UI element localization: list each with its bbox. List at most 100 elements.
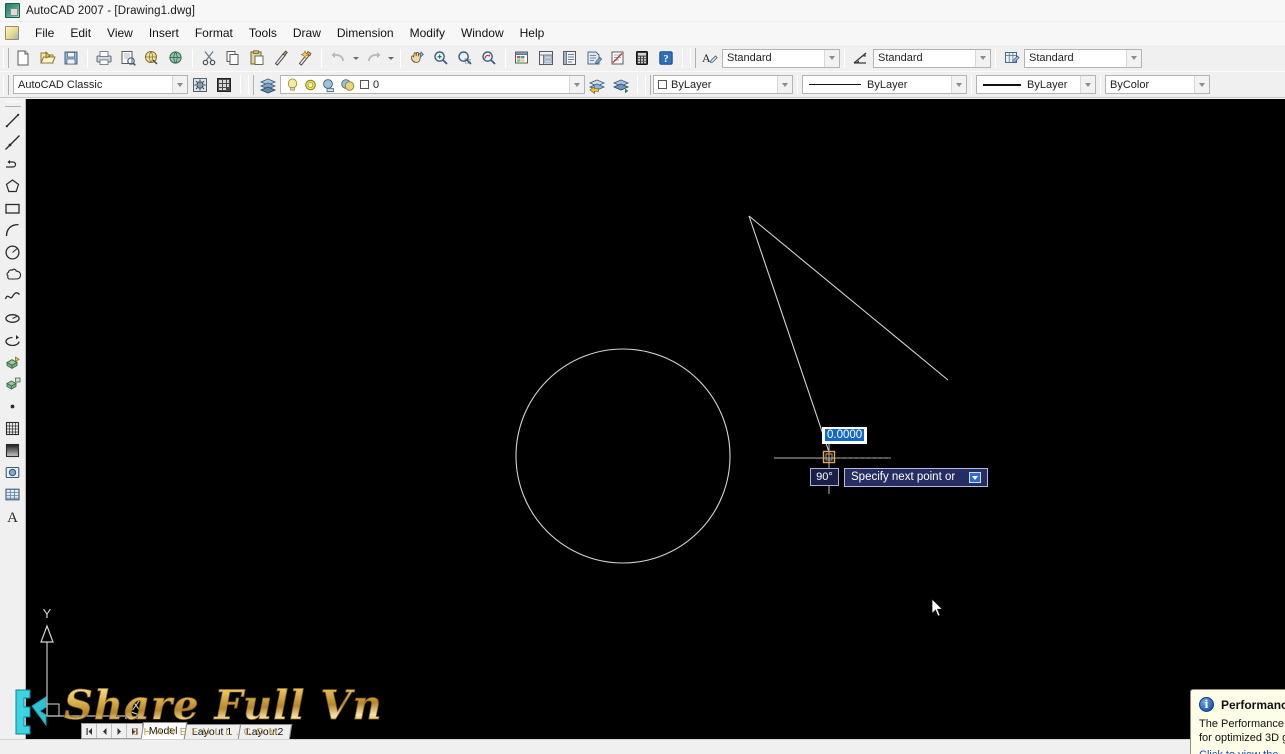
workspace-combo[interactable]: AutoCAD Classic xyxy=(13,75,188,94)
multiline-text-icon[interactable]: A xyxy=(1,505,25,527)
table-style-icon[interactable] xyxy=(1001,47,1023,69)
properties-toolbar-grip[interactable] xyxy=(645,74,651,95)
layer-unlock-icon[interactable] xyxy=(321,77,337,93)
sheet-set-icon[interactable] xyxy=(583,47,605,69)
arc-icon[interactable] xyxy=(1,219,25,241)
menu-format[interactable]: Format xyxy=(187,24,241,42)
calculator-icon[interactable] xyxy=(631,47,653,69)
markup-set-icon[interactable] xyxy=(607,47,629,69)
new-icon[interactable] xyxy=(12,47,34,69)
chevron-down-icon[interactable] xyxy=(1194,76,1209,93)
make-object-layer-current-icon[interactable] xyxy=(610,74,632,96)
properties-icon[interactable] xyxy=(511,47,533,69)
table-style-combo[interactable]: Standard xyxy=(1024,48,1142,68)
performance-notification-balloon[interactable]: i Performance The Performance for optimi… xyxy=(1190,689,1285,754)
menu-file[interactable]: File xyxy=(27,24,62,42)
designcenter-icon[interactable] xyxy=(535,47,557,69)
zoom-realtime-icon[interactable] xyxy=(430,47,452,69)
chevron-down-icon[interactable] xyxy=(824,49,839,67)
toolbar-grip[interactable] xyxy=(3,48,9,68)
dynamic-input-prompt[interactable]: Specify next point or xyxy=(844,468,989,487)
polyline-icon[interactable] xyxy=(1,153,25,175)
menu-edit[interactable]: Edit xyxy=(62,24,99,42)
copy-icon[interactable] xyxy=(222,47,244,69)
chevron-down-icon[interactable] xyxy=(1126,49,1141,67)
color-combo[interactable]: ByLayer xyxy=(653,75,793,94)
help-icon[interactable]: ? xyxy=(655,47,677,69)
plot-icon[interactable] xyxy=(93,47,115,69)
next-tab-button[interactable] xyxy=(112,724,127,738)
menu-help[interactable]: Help xyxy=(512,24,553,42)
last-tab-button[interactable] xyxy=(127,724,142,738)
chevron-down-icon[interactable] xyxy=(969,472,982,483)
layer-color-swatch[interactable] xyxy=(360,80,369,89)
previous-tab-button[interactable] xyxy=(97,724,112,738)
cut-icon[interactable] xyxy=(198,47,220,69)
construction-line-icon[interactable] xyxy=(1,131,25,153)
chevron-down-icon[interactable] xyxy=(951,76,966,93)
ellipse-arc-icon[interactable] xyxy=(1,329,25,351)
workspace-settings-icon[interactable] xyxy=(189,74,211,96)
region-icon[interactable] xyxy=(1,461,25,483)
styles-toolbar-grip[interactable] xyxy=(690,48,696,68)
chevron-down-icon[interactable] xyxy=(975,49,990,67)
match-properties-icon[interactable] xyxy=(270,47,292,69)
line-icon[interactable] xyxy=(1,109,25,131)
tab-layout1[interactable]: Layout 1 xyxy=(183,724,242,739)
menu-modify[interactable]: Modify xyxy=(402,24,453,42)
first-tab-button[interactable] xyxy=(82,724,97,738)
polygon-icon[interactable] xyxy=(1,175,25,197)
insert-block-icon[interactable] xyxy=(1,351,25,373)
layer-combo[interactable]: 0 xyxy=(280,75,585,94)
layer-on-icon[interactable] xyxy=(285,77,300,93)
workspaces-toolbar-grip[interactable] xyxy=(3,74,9,95)
tab-layout2[interactable]: Layout2 xyxy=(237,724,293,739)
block-editor-icon[interactable] xyxy=(294,47,316,69)
drawing-canvas[interactable]: Y X 0.0000 90° Specify next point or xyxy=(26,99,1285,719)
my-workspace-icon[interactable] xyxy=(213,74,235,96)
chevron-down-icon[interactable] xyxy=(1080,76,1095,93)
rectangle-icon[interactable] xyxy=(1,197,25,219)
paste-icon[interactable] xyxy=(246,47,268,69)
gradient-icon[interactable] xyxy=(1,439,25,461)
document-icon[interactable] xyxy=(5,25,19,40)
point-icon[interactable] xyxy=(1,395,25,417)
redo-dropdown-arrow[interactable] xyxy=(385,47,396,69)
save-icon[interactable] xyxy=(60,47,82,69)
zoom-previous-icon[interactable] xyxy=(478,47,500,69)
layer-previous-icon[interactable] xyxy=(586,74,608,96)
tool-palettes-icon[interactable] xyxy=(559,47,581,69)
menu-dimension[interactable]: Dimension xyxy=(329,24,402,42)
layer-plot-icon[interactable] xyxy=(340,77,357,93)
3d-dwf-icon[interactable] xyxy=(165,47,187,69)
make-block-icon[interactable] xyxy=(1,373,25,395)
undo-dropdown-arrow[interactable] xyxy=(350,47,361,69)
draw-toolbar-grip[interactable] xyxy=(4,101,21,107)
menu-window[interactable]: Window xyxy=(453,24,512,42)
dynamic-input-angle-field[interactable]: 90° xyxy=(810,468,839,486)
lineweight-combo[interactable]: ByLayer xyxy=(976,75,1096,94)
dimension-style-combo[interactable]: Standard xyxy=(873,48,991,68)
layer-properties-icon[interactable] xyxy=(257,74,279,96)
zoom-window-icon[interactable] xyxy=(454,47,476,69)
dynamic-input-distance-field[interactable]: 0.0000 xyxy=(822,427,868,444)
open-icon[interactable] xyxy=(36,47,58,69)
spline-icon[interactable] xyxy=(1,285,25,307)
text-style-icon[interactable]: A xyxy=(699,47,721,69)
ellipse-icon[interactable] xyxy=(1,307,25,329)
linetype-combo[interactable]: ByLayer xyxy=(802,75,967,94)
plot-preview-icon[interactable] xyxy=(117,47,139,69)
balloon-link[interactable]: Click to view the xyxy=(1199,749,1285,754)
redo-icon[interactable] xyxy=(362,47,384,69)
chevron-down-icon[interactable] xyxy=(569,76,584,93)
menu-insert[interactable]: Insert xyxy=(141,24,187,42)
layers-toolbar-grip[interactable] xyxy=(248,74,254,95)
publish-icon[interactable] xyxy=(141,47,163,69)
menu-draw[interactable]: Draw xyxy=(285,24,329,42)
chevron-down-icon[interactable] xyxy=(172,76,187,93)
undo-icon[interactable] xyxy=(327,47,349,69)
pan-realtime-icon[interactable] xyxy=(406,47,428,69)
menu-tools[interactable]: Tools xyxy=(241,24,285,42)
revision-cloud-icon[interactable] xyxy=(1,263,25,285)
dimension-style-icon[interactable] xyxy=(850,47,872,69)
